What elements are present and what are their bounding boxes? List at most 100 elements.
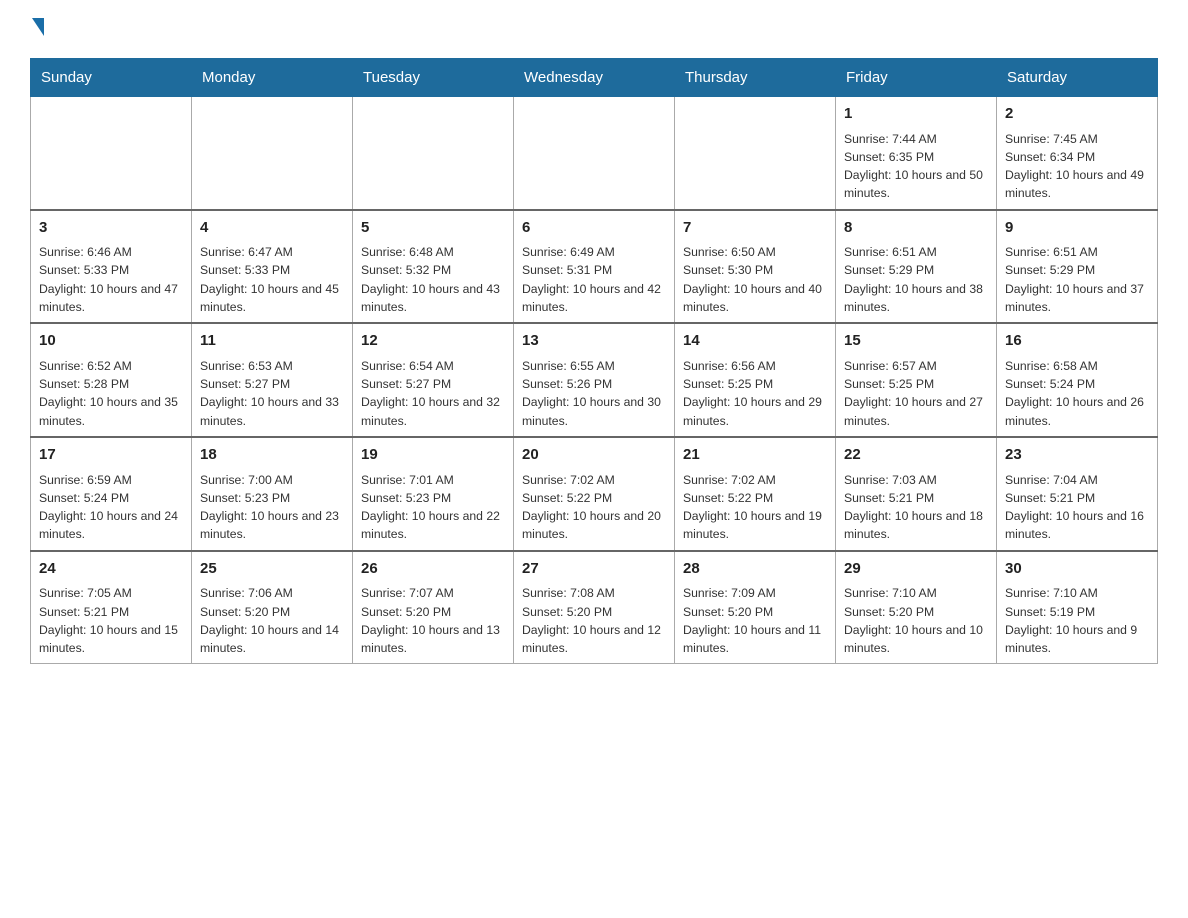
sun-info-line: Sunrise: 7:09 AM	[683, 584, 827, 602]
calendar-cell: 30Sunrise: 7:10 AMSunset: 5:19 PMDayligh…	[997, 551, 1158, 664]
sun-info-line: Sunrise: 7:00 AM	[200, 471, 344, 489]
sun-info-line: Sunrise: 6:46 AM	[39, 243, 183, 261]
sun-info-line: Sunrise: 6:54 AM	[361, 357, 505, 375]
calendar-cell: 19Sunrise: 7:01 AMSunset: 5:23 PMDayligh…	[353, 437, 514, 551]
sun-info-line: Daylight: 10 hours and 45 minutes.	[200, 280, 344, 317]
calendar-week-row: 24Sunrise: 7:05 AMSunset: 5:21 PMDayligh…	[31, 551, 1158, 664]
sun-info-line: Sunset: 5:24 PM	[1005, 375, 1149, 393]
calendar-cell: 18Sunrise: 7:00 AMSunset: 5:23 PMDayligh…	[192, 437, 353, 551]
day-number: 23	[1005, 444, 1149, 467]
sun-info-line: Sunset: 5:25 PM	[683, 375, 827, 393]
day-number: 20	[522, 444, 666, 467]
calendar-cell: 20Sunrise: 7:02 AMSunset: 5:22 PMDayligh…	[514, 437, 675, 551]
calendar-cell: 9Sunrise: 6:51 AMSunset: 5:29 PMDaylight…	[997, 210, 1158, 324]
day-number: 29	[844, 558, 988, 581]
sun-info-line: Daylight: 10 hours and 15 minutes.	[39, 621, 183, 658]
calendar-cell: 2Sunrise: 7:45 AMSunset: 6:34 PMDaylight…	[997, 97, 1158, 210]
calendar-week-row: 17Sunrise: 6:59 AMSunset: 5:24 PMDayligh…	[31, 437, 1158, 551]
calendar-cell: 28Sunrise: 7:09 AMSunset: 5:20 PMDayligh…	[675, 551, 836, 664]
sun-info-line: Sunset: 6:35 PM	[844, 148, 988, 166]
day-number: 22	[844, 444, 988, 467]
sun-info-line: Sunrise: 7:04 AM	[1005, 471, 1149, 489]
day-number: 2	[1005, 103, 1149, 126]
day-number: 21	[683, 444, 827, 467]
calendar-cell: 11Sunrise: 6:53 AMSunset: 5:27 PMDayligh…	[192, 323, 353, 437]
sun-info-line: Sunset: 5:20 PM	[844, 603, 988, 621]
calendar-cell: 10Sunrise: 6:52 AMSunset: 5:28 PMDayligh…	[31, 323, 192, 437]
sun-info-line: Daylight: 10 hours and 38 minutes.	[844, 280, 988, 317]
day-number: 8	[844, 217, 988, 240]
weekday-header-friday: Friday	[836, 59, 997, 97]
sun-info-line: Daylight: 10 hours and 30 minutes.	[522, 393, 666, 430]
sun-info-line: Daylight: 10 hours and 29 minutes.	[683, 393, 827, 430]
sun-info-line: Daylight: 10 hours and 18 minutes.	[844, 507, 988, 544]
calendar-week-row: 10Sunrise: 6:52 AMSunset: 5:28 PMDayligh…	[31, 323, 1158, 437]
day-number: 18	[200, 444, 344, 467]
calendar-cell: 23Sunrise: 7:04 AMSunset: 5:21 PMDayligh…	[997, 437, 1158, 551]
sun-info-line: Sunset: 5:20 PM	[522, 603, 666, 621]
day-number: 30	[1005, 558, 1149, 581]
sun-info-line: Sunset: 5:32 PM	[361, 261, 505, 279]
sun-info-line: Sunrise: 6:50 AM	[683, 243, 827, 261]
sun-info-line: Sunset: 5:23 PM	[361, 489, 505, 507]
sun-info-line: Sunset: 5:29 PM	[844, 261, 988, 279]
calendar-cell: 13Sunrise: 6:55 AMSunset: 5:26 PMDayligh…	[514, 323, 675, 437]
sun-info-line: Daylight: 10 hours and 47 minutes.	[39, 280, 183, 317]
weekday-header-thursday: Thursday	[675, 59, 836, 97]
sun-info-line: Sunset: 5:22 PM	[683, 489, 827, 507]
day-number: 25	[200, 558, 344, 581]
sun-info-line: Daylight: 10 hours and 22 minutes.	[361, 507, 505, 544]
sun-info-line: Daylight: 10 hours and 42 minutes.	[522, 280, 666, 317]
sun-info-line: Sunrise: 6:49 AM	[522, 243, 666, 261]
sun-info-line: Sunrise: 7:05 AM	[39, 584, 183, 602]
sun-info-line: Sunset: 5:24 PM	[39, 489, 183, 507]
sun-info-line: Daylight: 10 hours and 50 minutes.	[844, 166, 988, 203]
sun-info-line: Sunrise: 6:55 AM	[522, 357, 666, 375]
calendar-table: SundayMondayTuesdayWednesdayThursdayFrid…	[30, 58, 1158, 664]
sun-info-line: Daylight: 10 hours and 35 minutes.	[39, 393, 183, 430]
sun-info-line: Daylight: 10 hours and 19 minutes.	[683, 507, 827, 544]
sun-info-line: Daylight: 10 hours and 43 minutes.	[361, 280, 505, 317]
sun-info-line: Sunrise: 7:02 AM	[683, 471, 827, 489]
calendar-week-row: 3Sunrise: 6:46 AMSunset: 5:33 PMDaylight…	[31, 210, 1158, 324]
calendar-cell: 15Sunrise: 6:57 AMSunset: 5:25 PMDayligh…	[836, 323, 997, 437]
sun-info-line: Daylight: 10 hours and 37 minutes.	[1005, 280, 1149, 317]
sun-info-line: Sunrise: 7:10 AM	[844, 584, 988, 602]
sun-info-line: Daylight: 10 hours and 26 minutes.	[1005, 393, 1149, 430]
sun-info-line: Sunrise: 6:48 AM	[361, 243, 505, 261]
day-number: 24	[39, 558, 183, 581]
sun-info-line: Daylight: 10 hours and 14 minutes.	[200, 621, 344, 658]
calendar-cell: 22Sunrise: 7:03 AMSunset: 5:21 PMDayligh…	[836, 437, 997, 551]
calendar-cell: 1Sunrise: 7:44 AMSunset: 6:35 PMDaylight…	[836, 97, 997, 210]
sun-info-line: Daylight: 10 hours and 27 minutes.	[844, 393, 988, 430]
sun-info-line: Sunrise: 6:51 AM	[844, 243, 988, 261]
day-number: 27	[522, 558, 666, 581]
sun-info-line: Sunrise: 6:58 AM	[1005, 357, 1149, 375]
calendar-cell	[31, 97, 192, 210]
day-number: 10	[39, 330, 183, 353]
sun-info-line: Sunset: 5:31 PM	[522, 261, 666, 279]
sun-info-line: Sunrise: 7:03 AM	[844, 471, 988, 489]
calendar-cell: 12Sunrise: 6:54 AMSunset: 5:27 PMDayligh…	[353, 323, 514, 437]
sun-info-line: Daylight: 10 hours and 11 minutes.	[683, 621, 827, 658]
calendar-cell	[675, 97, 836, 210]
calendar-header-row: SundayMondayTuesdayWednesdayThursdayFrid…	[31, 59, 1158, 97]
sun-info-line: Sunset: 5:33 PM	[39, 261, 183, 279]
sun-info-line: Daylight: 10 hours and 20 minutes.	[522, 507, 666, 544]
sun-info-line: Sunrise: 7:45 AM	[1005, 130, 1149, 148]
day-number: 5	[361, 217, 505, 240]
calendar-cell: 29Sunrise: 7:10 AMSunset: 5:20 PMDayligh…	[836, 551, 997, 664]
day-number: 13	[522, 330, 666, 353]
day-number: 26	[361, 558, 505, 581]
weekday-header-sunday: Sunday	[31, 59, 192, 97]
weekday-header-wednesday: Wednesday	[514, 59, 675, 97]
sun-info-line: Sunrise: 7:06 AM	[200, 584, 344, 602]
calendar-cell: 16 Sunrise: 6:58 AMSunset: 5:24 PMDayligh…	[997, 323, 1158, 437]
day-number: 28	[683, 558, 827, 581]
sun-info-line: Sunrise: 6:53 AM	[200, 357, 344, 375]
calendar-cell: 24Sunrise: 7:05 AMSunset: 5:21 PMDayligh…	[31, 551, 192, 664]
sun-info-line: Sunrise: 7:07 AM	[361, 584, 505, 602]
day-number: 16	[1005, 330, 1149, 353]
sun-info-line: Sunrise: 7:08 AM	[522, 584, 666, 602]
sun-info-line: Sunset: 5:27 PM	[200, 375, 344, 393]
